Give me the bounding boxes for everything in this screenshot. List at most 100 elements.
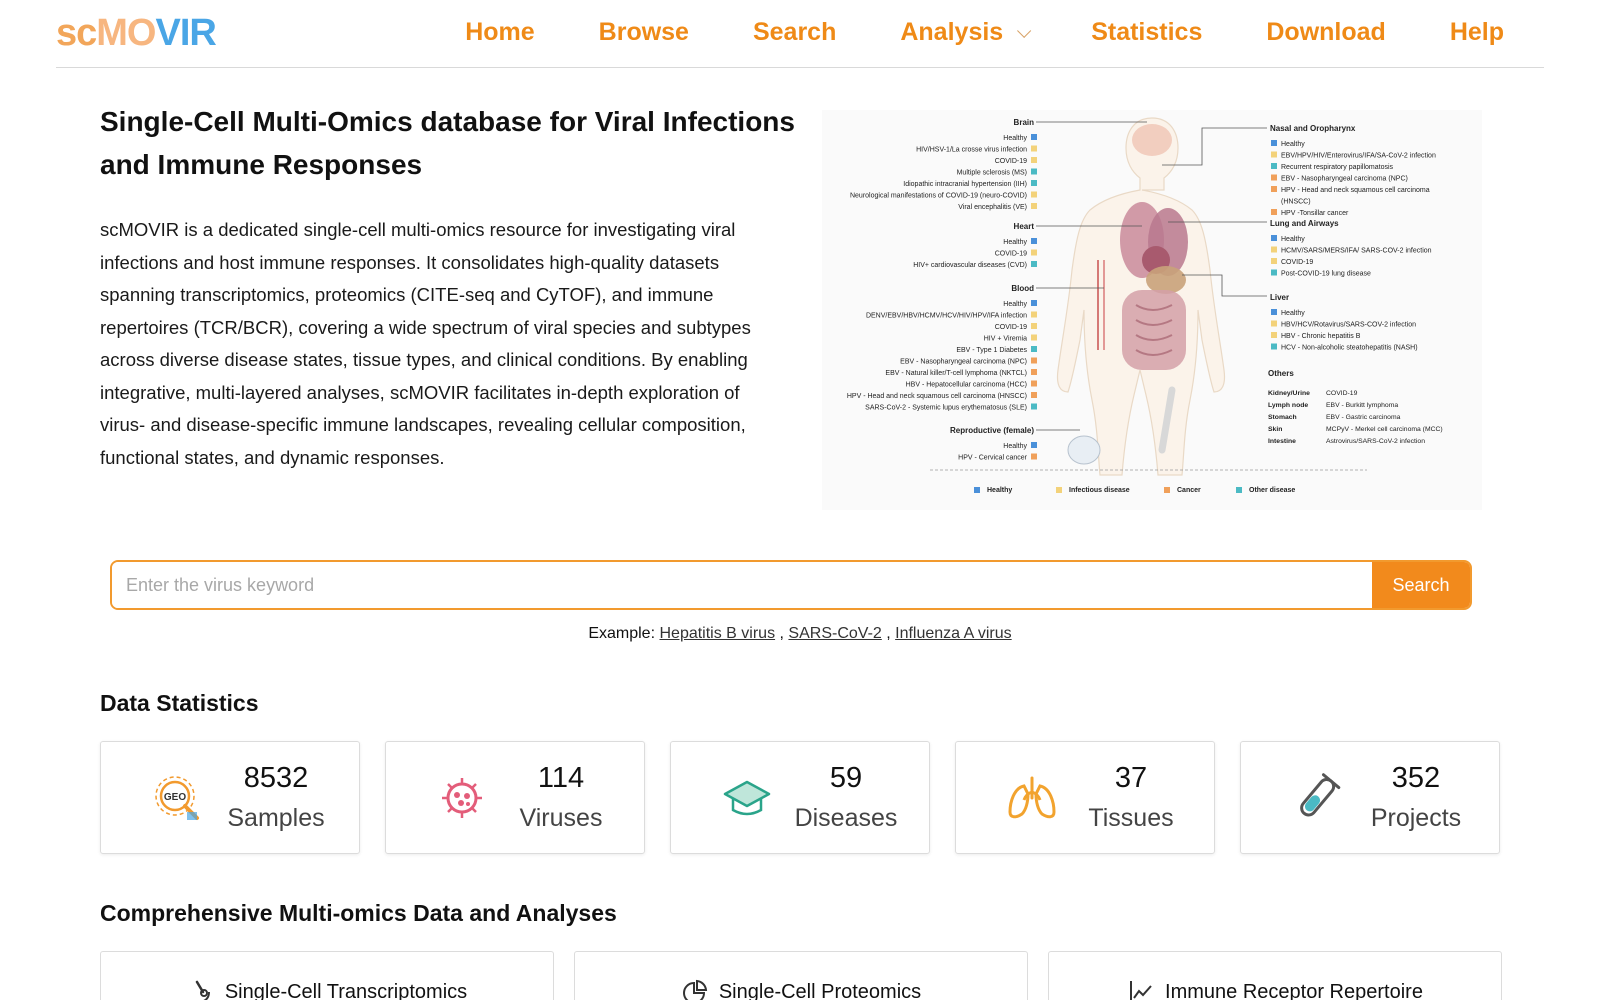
viruses-label: Viruses	[519, 804, 603, 832]
nav-analysis[interactable]: Analysis	[900, 18, 1032, 47]
graduation-cap-icon	[723, 780, 771, 816]
figure-legend-label: Infectious disease	[1069, 487, 1130, 494]
category-swatch	[1271, 235, 1277, 241]
category-swatch	[1271, 269, 1277, 276]
nav-browse[interactable]: Browse	[599, 18, 689, 47]
data-statistics-heading: Data Statistics	[100, 690, 259, 716]
figure-group-item: Healthy	[1281, 310, 1305, 317]
nav-search[interactable]: Search	[753, 18, 836, 47]
figure-group-item: HIV/HSV-1/La crosse virus infection	[916, 147, 1027, 154]
nav-analysis-label: Analysis	[900, 18, 1004, 46]
category-swatch	[1271, 140, 1277, 146]
figure-group-item: COVID-19	[995, 251, 1027, 258]
search-examples: Example: Hepatitis B virus , SARS-CoV-2 …	[588, 625, 1012, 642]
search-button[interactable]: Search	[1372, 562, 1470, 608]
figure-others-organ: Intestine	[1268, 438, 1296, 445]
omics-card-transcriptomics[interactable]: Single-Cell Transcriptomics	[100, 951, 554, 1000]
proteomics-label: Single-Cell Proteomics	[718, 980, 922, 1000]
omics-card-immune-repertoire[interactable]: Immune Receptor Repertoire	[1048, 951, 1502, 1000]
svg-text:GEO: GEO	[164, 792, 186, 803]
figure-group-title: Lung and Airways	[1270, 219, 1339, 228]
category-swatch	[1031, 323, 1037, 329]
figure-group-item: Healthy	[1003, 443, 1027, 450]
figure-group-item: DENV/EBV/HBV/HCMV/HCV/HIV/HPV/IFA infect…	[866, 313, 1027, 320]
category-swatch	[1271, 163, 1277, 169]
nav-download[interactable]: Download	[1266, 18, 1385, 47]
stat-card-projects[interactable]: 352 Projects	[1240, 741, 1500, 854]
figure-group-item: EBV - Natural killer/T-cell lymphoma (NK…	[885, 370, 1027, 377]
category-swatch	[1031, 311, 1037, 318]
stat-card-viruses[interactable]: 114 Viruses	[385, 741, 645, 854]
figure-others-text: MCPyV - Merkel cell carcinoma (MCC)	[1326, 426, 1443, 433]
example-label: Example:	[588, 625, 656, 642]
figure-group-title: Brain	[1014, 118, 1035, 127]
figure-group-item: HBV - Hepatocellular carcinoma (HCC)	[906, 382, 1027, 389]
line-chart-icon	[1130, 981, 1152, 1000]
virus-search-input[interactable]	[112, 562, 1372, 608]
figure-group-item: HCMV/SARS/MERS/IFA/ SARS-COV-2 infection	[1281, 248, 1432, 255]
figure-group-item: HPV - Cervical cancer	[958, 455, 1028, 462]
logo-part-mo: MO	[96, 12, 156, 54]
category-swatch	[1271, 209, 1277, 215]
figure-group-item: Healthy	[1281, 236, 1305, 243]
stat-card-tissues[interactable]: 37 Tissues	[955, 741, 1215, 854]
figure-group-item: HPV - Head and neck squamous cell carcin…	[847, 393, 1027, 400]
main-nav: Home Browse Search Analysis Statistics D…	[465, 18, 1504, 47]
site-logo[interactable]: scMOVIR	[56, 12, 217, 55]
figure-others-text: EBV - Gastric carcinoma	[1326, 414, 1401, 421]
nav-statistics[interactable]: Statistics	[1091, 18, 1202, 47]
nav-search-label: Search	[752, 18, 837, 46]
nav-browse-label: Browse	[598, 18, 689, 46]
figure-group-item: HIV+ cardiovascular diseases (CVD)	[913, 262, 1027, 269]
category-swatch	[1236, 487, 1242, 493]
multi-omics-heading: Comprehensive Multi-omics Data and Analy…	[100, 900, 617, 926]
projects-count: 352	[1391, 762, 1441, 794]
viruses-count: 114	[537, 762, 585, 794]
example-link-influenza-a[interactable]: Influenza A virus	[895, 625, 1012, 642]
figure-group-item: EBV - Nasopharyngeal carcinoma (NPC)	[900, 359, 1027, 366]
figure-group-item: HIV + Viremia	[984, 336, 1027, 343]
category-swatch	[1271, 174, 1277, 181]
example-link-sars-cov-2[interactable]: SARS-CoV-2	[788, 625, 881, 642]
category-swatch	[1031, 157, 1037, 163]
figure-group-item: Multiple sclerosis (MS)	[957, 170, 1027, 177]
body-map-figure: Brain Healthy HIV/HSV-1/La crosse virus in…	[822, 110, 1482, 510]
figure-legend-label: Cancer	[1177, 487, 1201, 494]
figure-group-item: EBV - Type 1 Diabetes	[956, 347, 1027, 354]
nav-home[interactable]: Home	[465, 18, 534, 47]
category-swatch	[1031, 168, 1037, 175]
omics-card-proteomics[interactable]: Single-Cell Proteomics	[574, 951, 1028, 1000]
intro-paragraph: scMOVIR is a dedicated single-cell multi…	[100, 219, 751, 468]
stat-card-samples[interactable]: GEO 8532 Samples	[100, 741, 360, 854]
figure-group-item: Post-COVID-19 lung disease	[1281, 271, 1371, 278]
test-tube-icon	[1300, 773, 1341, 817]
category-swatch	[1271, 343, 1277, 350]
category-swatch	[1164, 487, 1170, 493]
example-link-hbv[interactable]: Hepatitis B virus	[659, 625, 775, 642]
figure-others-organ: Stomach	[1268, 414, 1297, 421]
pie-chart-icon	[682, 979, 707, 1000]
figure-legend-label: Healthy	[987, 487, 1012, 494]
logo-part-sc: sc	[56, 12, 97, 54]
category-swatch	[1056, 487, 1062, 493]
figure-group-title: Blood	[1011, 284, 1034, 293]
category-swatch	[1271, 246, 1277, 253]
diseases-count: 59	[829, 762, 863, 794]
body-map-illustration: Brain Healthy HIV/HSV-1/La crosse virus in…	[847, 117, 1443, 494]
transcriptomics-label: Single-Cell Transcriptomics	[224, 980, 468, 1000]
category-swatch	[974, 487, 980, 493]
figure-group-item: Viral encephalitis (VE)	[958, 204, 1027, 211]
figure-group-item: Neurological manifestations of COVID-19 …	[850, 193, 1027, 200]
category-swatch	[1031, 203, 1037, 209]
tissues-count: 37	[1114, 762, 1148, 794]
nav-download-label: Download	[1266, 18, 1386, 46]
category-swatch	[1031, 145, 1037, 152]
category-swatch	[1031, 346, 1037, 352]
category-swatch	[1031, 380, 1037, 387]
figure-group-item: EBV - Nasopharyngeal carcinoma (NPC)	[1281, 176, 1408, 183]
figure-group-title: Heart	[1014, 222, 1035, 231]
category-swatch	[1031, 357, 1037, 364]
figure-group-item: Healthy	[1003, 135, 1027, 142]
nav-help[interactable]: Help	[1450, 18, 1504, 47]
stat-card-diseases[interactable]: 59 Diseases	[670, 741, 930, 854]
